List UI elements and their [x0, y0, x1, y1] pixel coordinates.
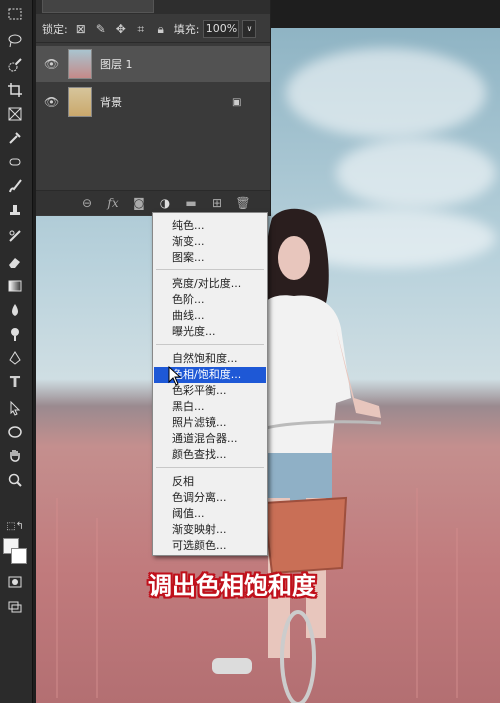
menu-item-exposure[interactable]: 曝光度...: [154, 324, 266, 340]
history-brush-tool-icon[interactable]: [4, 226, 26, 246]
layer-thumbnail: [68, 87, 92, 117]
chevron-down-icon[interactable]: ∨: [242, 20, 257, 38]
menu-item-channel-mixer[interactable]: 通道混合器...: [154, 431, 266, 447]
mask-icon[interactable]: ◙: [130, 194, 148, 212]
blend-mode-select[interactable]: [42, 0, 154, 13]
menu-item-brightness-contrast[interactable]: 亮度/对比度...: [154, 276, 266, 292]
layer-row-1[interactable]: 👁︎ 图层 1: [36, 46, 270, 82]
quick-mask-icon[interactable]: [4, 572, 26, 592]
type-tool-icon[interactable]: T: [4, 372, 26, 392]
fill-input[interactable]: 100%: [203, 20, 240, 38]
eye-icon[interactable]: 👁︎: [44, 57, 59, 71]
brush-tool-icon[interactable]: [4, 176, 26, 196]
path-selection-tool-icon[interactable]: [4, 398, 26, 418]
gradient-tool-icon[interactable]: [4, 276, 26, 296]
eraser-tool-icon[interactable]: [4, 252, 26, 272]
eyedropper-tool-icon[interactable]: [4, 128, 26, 148]
lasso-tool-icon[interactable]: [4, 30, 26, 50]
quick-selection-tool-icon[interactable]: [4, 56, 26, 76]
hand-tool-icon[interactable]: [4, 446, 26, 466]
new-layer-icon[interactable]: ⊞: [208, 194, 226, 212]
wheat-stalk: [416, 488, 418, 698]
lock-transparency-icon[interactable]: ⊠: [74, 22, 88, 36]
layer-name[interactable]: 图层 1: [100, 56, 133, 72]
tools-panel: T ⬚↰: [0, 0, 33, 703]
video-caption: 调出色相饱和度: [148, 572, 316, 600]
menu-item-color-lookup[interactable]: 颜色查找...: [154, 447, 266, 463]
menu-item-curves[interactable]: 曲线...: [154, 308, 266, 324]
lock-position-icon[interactable]: ✥: [114, 22, 128, 36]
menu-separator: [156, 269, 264, 270]
mouse-cursor-icon: [168, 366, 182, 386]
menu-item-gradient-map[interactable]: 渐变映射...: [154, 522, 266, 538]
lock-row: 锁定: ⊠ ✎ ✥ ⌗ 🔒︎ 填充: 100% ∨: [36, 16, 270, 43]
shape-tool-icon[interactable]: [4, 422, 26, 442]
eye-icon[interactable]: 👁︎: [44, 95, 59, 109]
zoom-tool-icon[interactable]: [4, 470, 26, 490]
frame-tool-icon[interactable]: [4, 104, 26, 124]
lock-pixels-icon[interactable]: ✎: [94, 22, 108, 36]
screen-mode-icon[interactable]: [4, 596, 26, 616]
menu-item-black-white[interactable]: 黑白...: [154, 399, 266, 415]
fill-label: 填充:: [173, 23, 200, 36]
adjustment-layer-icon[interactable]: ◑: [156, 194, 174, 212]
clone-stamp-tool-icon[interactable]: [4, 200, 26, 220]
dodge-tool-icon[interactable]: [4, 324, 26, 344]
blur-tool-icon[interactable]: [4, 300, 26, 320]
menu-item-pattern[interactable]: 图案...: [154, 250, 266, 266]
panel-top-strip: [36, 0, 270, 14]
menu-item-invert[interactable]: 反相: [154, 474, 266, 490]
menu-item-selective-color[interactable]: 可选颜色...: [154, 538, 266, 554]
trash-icon[interactable]: 🗑︎: [234, 194, 252, 212]
layer-name[interactable]: 背景: [100, 94, 122, 110]
swap-colors-icon[interactable]: ⬚↰: [4, 516, 26, 536]
lock-icon: ▣: [232, 96, 242, 108]
background-color-swatch[interactable]: [11, 548, 27, 564]
marquee-tool-icon[interactable]: [4, 4, 26, 24]
wheat-stalk: [456, 528, 458, 698]
menu-item-posterize[interactable]: 色调分离...: [154, 490, 266, 506]
link-icon[interactable]: ⊖: [78, 194, 96, 212]
wheat-stalk: [56, 498, 58, 698]
menu-separator: [156, 467, 264, 468]
layer-row-background[interactable]: 👁︎ 背景 ▣: [36, 84, 270, 120]
fx-icon[interactable]: fx: [104, 194, 122, 212]
lock-all-icon[interactable]: 🔒︎: [154, 22, 168, 36]
menu-item-vibrance[interactable]: 自然饱和度...: [154, 351, 266, 367]
wheat-stalk: [96, 518, 98, 698]
lock-artboard-icon[interactable]: ⌗: [134, 22, 148, 36]
folder-icon[interactable]: ▬: [182, 194, 200, 212]
healing-brush-tool-icon[interactable]: [4, 152, 26, 172]
menu-item-solid-color[interactable]: 纯色...: [154, 218, 266, 234]
layers-panel: 锁定: ⊠ ✎ ✥ ⌗ 🔒︎ 填充: 100% ∨ 👁︎ 图层 1 👁︎ 背景 …: [36, 0, 271, 216]
menu-item-gradient[interactable]: 渐变...: [154, 234, 266, 250]
pen-tool-icon[interactable]: [4, 348, 26, 368]
menu-separator: [156, 344, 264, 345]
lock-label: 锁定:: [42, 23, 68, 36]
menu-item-threshold[interactable]: 阈值...: [154, 506, 266, 522]
menu-item-photo-filter[interactable]: 照片滤镜...: [154, 415, 266, 431]
menu-item-levels[interactable]: 色阶...: [154, 292, 266, 308]
layer-thumbnail: [68, 49, 92, 79]
crop-tool-icon[interactable]: [4, 80, 26, 100]
